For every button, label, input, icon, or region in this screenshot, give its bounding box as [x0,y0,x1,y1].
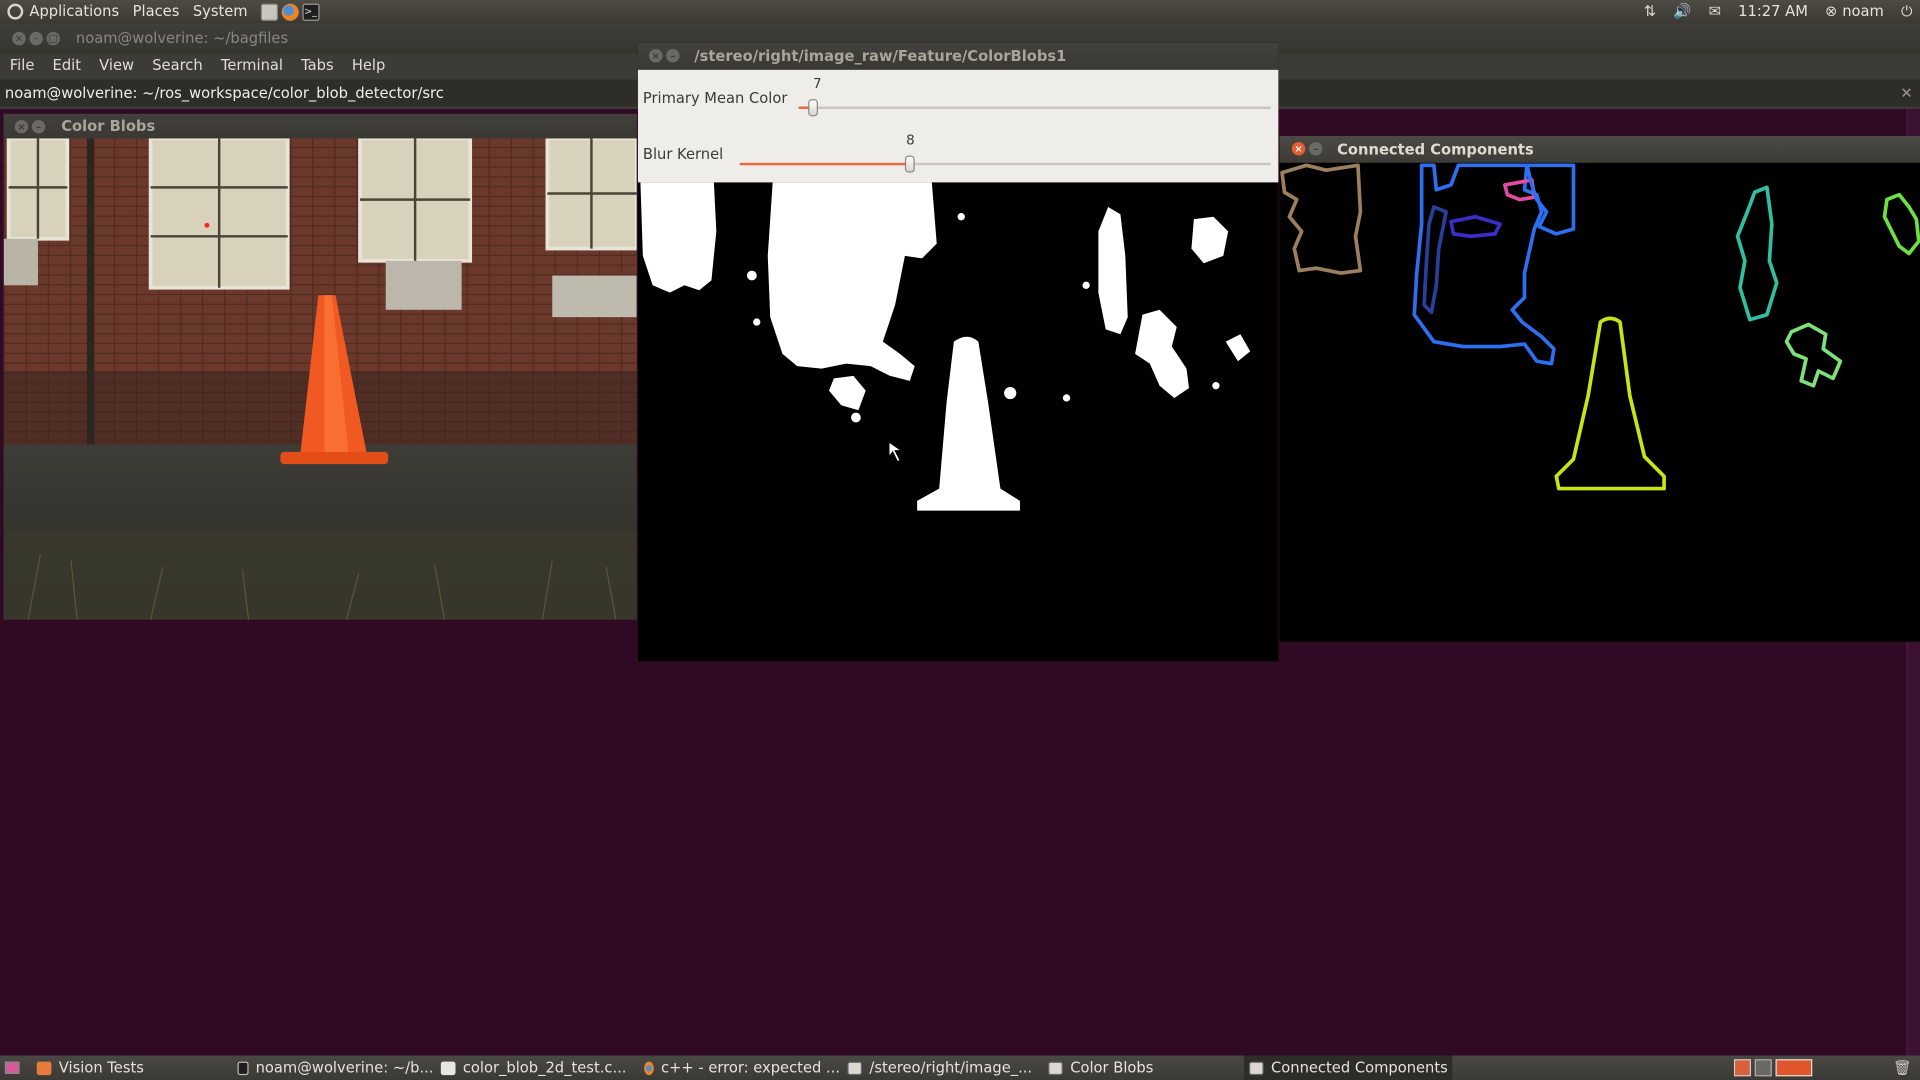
workspace-switcher[interactable] [1733,1056,1815,1080]
workspace-1[interactable] [1733,1059,1752,1077]
user-status-icon: ⊗ [1825,2,1838,20]
camera-scene-graphic [3,138,637,620]
desktop: Applications Places System >_ ⇅ 🔊 ✉ 11:2… [0,0,1920,1080]
contours-graphic [1280,163,1920,491]
terminal-menu-tabs[interactable]: Tabs [301,56,334,73]
terminal-icon [237,1061,249,1075]
connected-components-close-icon[interactable]: × [1291,142,1306,156]
terminal-menu-file[interactable]: File [10,56,35,73]
taskbar-item[interactable]: /stereo/right/image_... [842,1056,1043,1080]
connected-components-minimize-icon[interactable]: – [1308,142,1323,156]
terminal-menu-search[interactable]: Search [152,56,202,73]
terminal-minimize-icon[interactable]: – [29,31,43,46]
taskbar-item[interactable]: Vision Tests [29,1056,232,1080]
text-editor-icon [440,1061,456,1075]
terminal-launcher-icon[interactable]: >_ [302,3,320,21]
blur-kernel-slider[interactable] [739,155,1272,173]
trash-icon: 🗑 [1893,1059,1912,1077]
clock[interactable]: 11:27 AM [1738,0,1808,23]
mouse-pointer-icon [888,441,903,463]
taskbar-item-label: color_blob_2d_test.c... [462,1059,627,1077]
binary-mask-image[interactable] [637,182,1279,662]
window-icon [1248,1061,1264,1075]
window-icon [1048,1061,1063,1075]
volume-icon[interactable]: 🔊 [1673,0,1691,23]
primary-mean-color-slider[interactable] [798,99,1272,117]
trash-button[interactable]: 🗑 [1893,1056,1917,1080]
top-panel: Applications Places System >_ ⇅ 🔊 ✉ 11:2… [0,0,1920,24]
binary-mask-graphic [640,182,1251,511]
connected-components-title: Connected Components [1337,140,1534,158]
power-icon[interactable]: ⏻ [1901,0,1913,23]
slider-label-blur-kernel: Blur Kernel [642,145,724,163]
taskbar-item-label: /stereo/right/image_... [869,1059,1033,1077]
menu-applications[interactable]: Applications [29,0,119,23]
bottom-panel: Vision Tests noam@wolverine: ~/b... colo… [0,1055,1920,1080]
color-blobs-titlebar[interactable]: × – Color Blobs [3,113,637,139]
terminal-menu-help[interactable]: Help [352,56,386,73]
folder-icon [36,1061,52,1075]
mail-icon[interactable]: ✉ [1709,0,1721,23]
workspace-3[interactable] [1775,1059,1813,1077]
firefox-icon [644,1061,654,1075]
menu-system[interactable]: System [193,0,248,23]
terminal-close-icon[interactable]: × [12,31,26,46]
feature-minimize-icon[interactable]: – [666,48,680,63]
color-blobs-title: Color Blobs [61,117,156,135]
terminal-title: noam@wolverine: ~/bagfiles [75,29,289,47]
menu-places[interactable]: Places [133,0,180,23]
network-icon[interactable]: ⇅ [1644,0,1656,23]
contours-image[interactable] [1279,162,1920,642]
taskbar-item[interactable]: noam@wolverine: ~/b... [233,1056,434,1080]
window-icon [847,1061,863,1075]
camera-image[interactable] [3,138,637,620]
color-blobs-window: × – Color Blobs [3,113,637,620]
calculator-launcher-icon[interactable] [261,3,279,21]
taskbar-item-active[interactable]: Connected Components [1244,1055,1453,1080]
ubuntu-logo-icon[interactable] [7,3,24,20]
slider-label-primary-mean-color: Primary Mean Color [642,89,788,107]
taskbar-item-label: Color Blobs [1070,1059,1154,1077]
taskbar-item-label: Vision Tests [58,1059,144,1077]
terminal-menu-terminal[interactable]: Terminal [221,56,283,73]
slider-value-primary-mean-color: 7 [813,75,822,92]
connected-components-titlebar[interactable]: × – Connected Components [1279,135,1920,163]
taskbar-item[interactable]: color_blob_2d_test.c... [436,1056,637,1080]
blur-kernel-slider-thumb[interactable] [904,155,915,173]
slider-value-blur-kernel: 8 [906,132,915,149]
trackbar-panel: Primary Mean Color 7 Blur Kernel 8 [637,69,1279,183]
feature-window: × – /stereo/right/image_raw/Feature/Colo… [637,42,1279,662]
color-blobs-close-icon[interactable]: × [14,120,29,134]
taskbar-item[interactable]: c++ - error: expected ... [639,1056,840,1080]
feature-close-icon[interactable]: × [648,48,663,63]
taskbar-item-label: c++ - error: expected ... [660,1059,841,1077]
firefox-launcher-icon[interactable] [281,3,300,21]
terminal-tab-close-icon[interactable]: ✕ [1900,80,1912,107]
terminal-menu-edit[interactable]: Edit [53,56,81,73]
user-menu[interactable]: ⊗ noam [1825,0,1884,23]
workspace-2[interactable] [1754,1059,1772,1077]
show-desktop-button[interactable] [0,1056,27,1080]
feature-title: /stereo/right/image_raw/Feature/ColorBlo… [694,47,1067,65]
terminal-menu-view[interactable]: View [99,56,134,73]
user-name: noam [1842,2,1884,20]
taskbar-item-label: Connected Components [1271,1059,1448,1077]
color-blobs-minimize-icon[interactable]: – [31,120,46,134]
feature-titlebar[interactable]: × – /stereo/right/image_raw/Feature/Colo… [637,42,1279,70]
taskbar-item[interactable]: Color Blobs [1043,1056,1244,1080]
terminal-tab-label: noam@wolverine: ~/ros_workspace/color_bl… [4,84,444,102]
show-desktop-icon [4,1061,20,1074]
primary-mean-color-slider-thumb[interactable] [808,99,818,117]
taskbar-item-label: noam@wolverine: ~/b... [255,1059,434,1077]
terminal-maximize-icon[interactable]: □ [46,31,61,46]
blur-kernel-slider-fill [739,162,910,166]
connected-components-window: × – Connected Components [1279,135,1920,642]
